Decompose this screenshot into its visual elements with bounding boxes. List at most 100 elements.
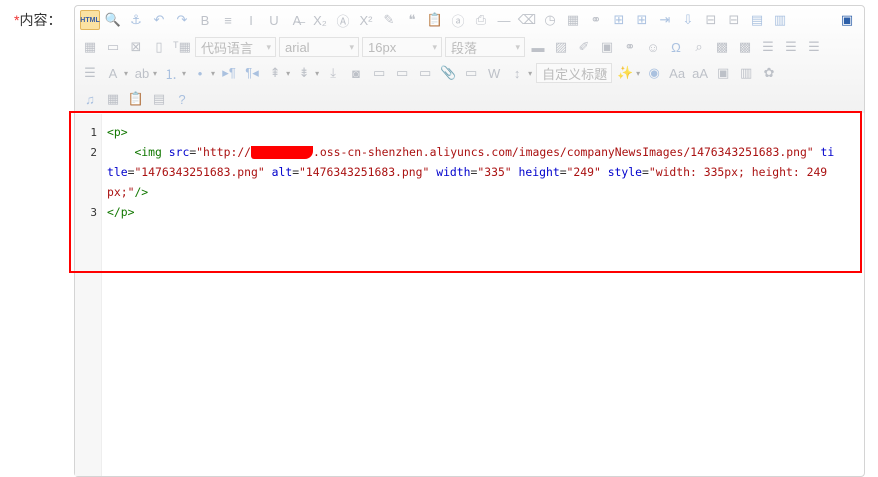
print-icon[interactable]: ⎙ xyxy=(471,10,491,30)
imageleft-icon[interactable]: ▭ xyxy=(392,63,412,83)
insertcol-icon[interactable]: ⊞ xyxy=(632,10,652,30)
dropdown-arrow-icon[interactable]: ▾ xyxy=(182,69,186,78)
redo-icon[interactable]: ↷ xyxy=(172,10,192,30)
italic-icon[interactable]: I xyxy=(241,10,261,30)
map-icon[interactable]: ▩ xyxy=(712,37,732,57)
directionalityrtl-icon[interactable]: ¶◂ xyxy=(242,63,262,83)
splittorows-icon[interactable]: ▤ xyxy=(747,10,767,30)
inserttable-icon[interactable]: ▦ xyxy=(80,37,100,57)
code-line: tle="1476343251683.png" alt="14763432516… xyxy=(107,165,828,179)
toolbar-row-3: ☰A▾ab▾⒈▾•▾▸¶¶◂⇞▾⇟▾⤓◙▭▭▭📎▭W↕▾自定义标题✨▾◉AaaA… xyxy=(80,61,782,85)
simpleupload-icon[interactable]: ▬ xyxy=(528,37,548,57)
strikethrough-icon[interactable]: A̶ xyxy=(287,10,307,30)
emotion-icon[interactable]: ☺ xyxy=(643,37,663,57)
dropdown-arrow-icon[interactable]: ▾ xyxy=(124,69,128,78)
formatmatch-icon[interactable]: ✎ xyxy=(379,10,399,30)
anchor-icon[interactable]: ⚓ xyxy=(126,10,146,30)
rowspacingtop-icon[interactable]: ⇞ xyxy=(265,63,285,83)
paragraph-format-select[interactable]: 段落 xyxy=(445,37,525,57)
music-icon[interactable]: ♫ xyxy=(80,89,100,109)
dropdown-arrow-icon[interactable]: ▾ xyxy=(315,69,319,78)
unlink-icon[interactable]: ⚭ xyxy=(586,10,606,30)
subscript-icon[interactable]: X₂ xyxy=(310,10,330,30)
insertparagraph-icon[interactable]: ▭ xyxy=(103,37,123,57)
touppercase-icon[interactable]: Aa xyxy=(667,63,687,83)
dropdown-arrow-icon[interactable]: ▾ xyxy=(636,69,640,78)
font-family-select[interactable]: arial xyxy=(279,37,359,57)
lineheight-icon[interactable]: ↕ xyxy=(507,63,527,83)
insertparagraphbeforetable-icon[interactable]: ▯ xyxy=(149,37,169,57)
help-icon[interactable]: ? xyxy=(172,89,192,109)
insertchart-icon[interactable]: ▦ xyxy=(103,89,123,109)
imagecenter-icon[interactable]: ▭ xyxy=(461,63,481,83)
selectall-icon[interactable]: ⓐ xyxy=(448,10,468,30)
editor-toolbar: HTML 🔍 ⚓ ↶ ↷ B ≡ I U A̶ X₂ Ⓐ X² ✎ ❝ 📋 ⓐ ⎙ — ⌫ ◷ ▦ ⚭ ⊞ ⊞ ⇥ ⇩ ⊟ ⊟ ▤ ▥ ▣ ▦… xyxy=(75,6,864,113)
code-language-select[interactable]: 代码语言 xyxy=(195,37,276,57)
justifyleft-icon[interactable]: ☰ xyxy=(758,37,778,57)
directionalityltr-icon[interactable]: ▸¶ xyxy=(219,63,239,83)
dropdown-arrow-icon[interactable]: ▾ xyxy=(211,69,215,78)
mergedown-icon[interactable]: ⇩ xyxy=(678,10,698,30)
scrawl-icon[interactable]: ✐ xyxy=(574,37,594,57)
font-size-select[interactable]: 16px xyxy=(362,37,442,57)
deleterow-icon[interactable]: ⊟ xyxy=(701,10,721,30)
gmap-icon[interactable]: ▩ xyxy=(735,37,755,57)
forecolor-icon[interactable]: A xyxy=(103,63,123,83)
backcolor-icon[interactable]: ab xyxy=(132,63,152,83)
bold-icon[interactable]: B xyxy=(195,10,215,30)
imageright-icon[interactable]: ▭ xyxy=(415,63,435,83)
rowspacingbottom-icon[interactable]: ⇟ xyxy=(294,63,314,83)
justifyjustify-icon[interactable]: ☰ xyxy=(80,63,100,83)
insertunorderedlist-icon[interactable]: • xyxy=(190,63,210,83)
insertorderedlist-icon[interactable]: ⒈ xyxy=(161,63,181,83)
html-icon[interactable]: HTML xyxy=(80,10,100,30)
splittocols-icon[interactable]: ▥ xyxy=(770,10,790,30)
horizontal-icon[interactable]: — xyxy=(494,10,514,30)
searchreplace-icon[interactable]: ⌕ xyxy=(689,37,709,57)
autotypeset-icon[interactable]: ✨ xyxy=(615,63,635,83)
charts-icon[interactable]: ▤ xyxy=(149,89,169,109)
custom-title-select[interactable]: 自定义标题 xyxy=(536,63,613,83)
fontborder-icon[interactable]: Ⓐ xyxy=(333,10,353,30)
date-icon[interactable]: ▦ xyxy=(563,10,583,30)
code-line: </p> xyxy=(107,205,135,219)
dropdown-arrow-icon[interactable]: ▾ xyxy=(153,69,157,78)
insertrow-icon[interactable]: ⊞ xyxy=(609,10,629,30)
blockquote-icon[interactable]: ❝ xyxy=(402,10,422,30)
spechars-icon[interactable]: Ω xyxy=(666,37,686,57)
paste-icon[interactable]: 📋 xyxy=(126,89,146,109)
dropdown-arrow-icon[interactable]: ▾ xyxy=(528,69,532,78)
dropdown-arrow-icon[interactable]: ▾ xyxy=(286,69,290,78)
deletetable-icon[interactable]: ⊠ xyxy=(126,37,146,57)
attachment-icon[interactable]: 📎 xyxy=(438,63,458,83)
insertimage-icon[interactable]: ▨ xyxy=(551,37,571,57)
insertframe-icon[interactable]: ◙ xyxy=(346,63,366,83)
pagebreak-icon[interactable]: ⤓ xyxy=(323,63,343,83)
background-icon[interactable]: ◉ xyxy=(644,63,664,83)
imagenone-icon[interactable]: ▭ xyxy=(369,63,389,83)
snapscreen-icon[interactable]: ▣ xyxy=(597,37,617,57)
removeformat-icon[interactable]: ⌫ xyxy=(517,10,537,30)
mergeright-icon[interactable]: ⇥ xyxy=(655,10,675,30)
tolowercase-icon[interactable]: aA xyxy=(690,63,710,83)
fullscreen-icon[interactable]: ▣ xyxy=(837,10,857,30)
superscript-icon[interactable]: X² xyxy=(356,10,376,30)
underline-icon[interactable]: U xyxy=(264,10,284,30)
wordimage-icon[interactable]: W xyxy=(484,63,504,83)
justifycenter-icon[interactable]: ☰ xyxy=(804,37,824,57)
justifyright-icon[interactable]: ☰ xyxy=(781,37,801,57)
toolbar-row-1: HTML 🔍 ⚓ ↶ ↷ B ≡ I U A̶ X₂ Ⓐ X² ✎ ❝ 📋 ⓐ ⎙ — ⌫ ◷ ▦ ⚭ ⊞ ⊞ ⇥ ⇩ ⊟ ⊟ ▤ ▥ ▣ xyxy=(80,8,860,32)
preview-icon[interactable]: 🔍 xyxy=(103,10,123,30)
insertvideo-icon[interactable]: ▣ xyxy=(713,63,733,83)
time-icon[interactable]: ◷ xyxy=(540,10,560,30)
pasteplain-icon[interactable]: 📋 xyxy=(425,10,445,30)
drafts-icon[interactable]: ✿ xyxy=(759,63,779,83)
insertcode-title-icon[interactable]: ᵀ▦ xyxy=(172,37,192,57)
link-icon[interactable]: ⚭ xyxy=(620,37,640,57)
source-code-editor[interactable]: 1 2 3 <p> <img src="http://.oss-cn-shenz… xyxy=(75,114,864,476)
indent-icon[interactable]: ≡ xyxy=(218,10,238,30)
deletecol-icon[interactable]: ⊟ xyxy=(724,10,744,30)
undo-icon[interactable]: ↶ xyxy=(149,10,169,30)
template-icon[interactable]: ▥ xyxy=(736,63,756,83)
line-number: 2 xyxy=(90,146,97,159)
